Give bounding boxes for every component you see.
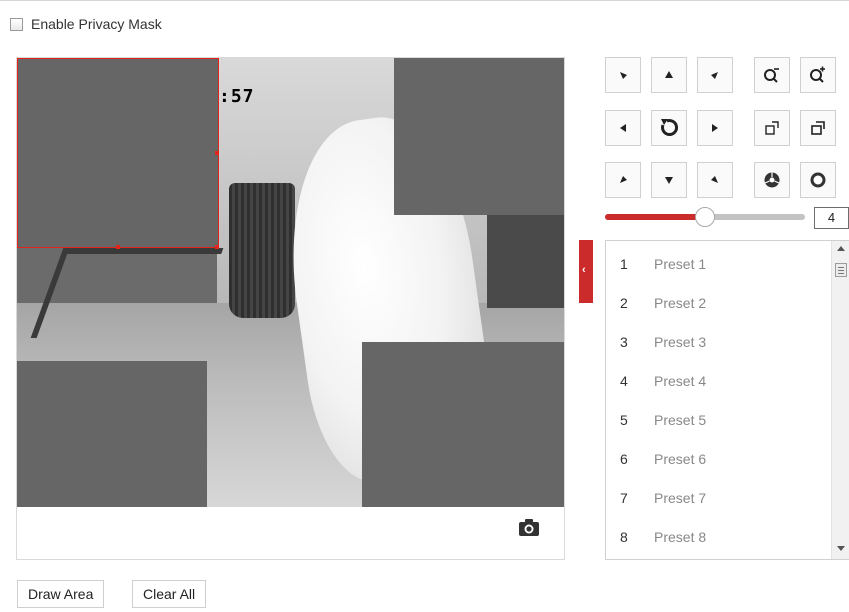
preset-item[interactable]: 5 Preset 5 <box>606 400 826 439</box>
iris-close-button[interactable] <box>800 162 836 198</box>
iris-close-icon <box>809 171 827 189</box>
preset-name: Preset 2 <box>654 294 707 311</box>
iris-open-icon <box>763 171 781 189</box>
preset-item[interactable]: 3 Preset 3 <box>606 322 826 361</box>
preset-name: Preset 7 <box>654 489 707 506</box>
chevron-left-icon: ‹ <box>582 264 586 276</box>
scene-chair <box>30 248 224 338</box>
refresh-icon <box>658 117 680 139</box>
ptz-down-right-button[interactable] <box>697 162 733 198</box>
collapse-panel-button[interactable]: ‹ <box>579 240 593 303</box>
preset-number: 1 <box>620 255 628 272</box>
preset-name: Preset 6 <box>654 450 707 467</box>
preset-number: 7 <box>620 489 628 506</box>
zoom-in-icon <box>809 66 827 84</box>
preset-number: 2 <box>620 294 628 311</box>
scrollbar-thumb[interactable] <box>835 263 847 277</box>
scene-waste-bin <box>229 183 295 318</box>
preset-name: Preset 1 <box>654 255 707 272</box>
ptz-up-button[interactable] <box>651 57 687 93</box>
video-toolbar <box>17 507 564 559</box>
zoom-in-button[interactable] <box>800 57 836 93</box>
focus-far-icon <box>810 120 826 136</box>
preset-name: Preset 8 <box>654 528 707 545</box>
preset-list-scrollbar[interactable] <box>831 241 849 559</box>
preset-name: Preset 3 <box>654 333 707 350</box>
preset-number: 8 <box>620 528 628 545</box>
iris-open-button[interactable] <box>754 162 790 198</box>
ptz-up-right-button[interactable] <box>697 57 733 93</box>
slider-fill <box>605 214 705 220</box>
preset-item[interactable]: 4 Preset 4 <box>606 361 826 400</box>
enable-privacy-mask-checkbox[interactable] <box>10 17 23 31</box>
ptz-control-panel <box>605 57 849 200</box>
mask-resize-handle[interactable] <box>116 245 120 249</box>
zoom-out-icon <box>763 66 781 84</box>
preset-item[interactable]: 2 Preset 2 <box>606 283 826 322</box>
draw-area-button[interactable]: Draw Area <box>17 580 105 608</box>
scene-desk <box>487 208 564 308</box>
ptz-speed-slider[interactable] <box>605 207 805 227</box>
ptz-speed-value[interactable]: 4 <box>814 207 849 229</box>
preset-list: 1 Preset 1 2 Preset 2 3 Preset 3 4 Prese… <box>605 240 849 560</box>
preset-item[interactable]: 1 Preset 1 <box>606 244 826 283</box>
osd-time-text: :57 <box>219 86 255 107</box>
scroll-up-icon[interactable] <box>837 246 845 251</box>
clear-all-button[interactable]: Clear All <box>132 580 207 608</box>
preset-number: 5 <box>620 411 628 428</box>
focus-far-button[interactable] <box>800 110 836 146</box>
privacy-mask-area[interactable] <box>394 58 564 215</box>
preset-item[interactable]: 6 Preset 6 <box>606 439 826 478</box>
ptz-down-button[interactable] <box>651 162 687 198</box>
privacy-mask-area[interactable] <box>362 342 564 507</box>
mask-resize-handle[interactable] <box>215 151 219 155</box>
mask-resize-handle[interactable] <box>215 245 219 249</box>
preset-number: 4 <box>620 372 628 389</box>
privacy-mask-area[interactable] <box>17 361 207 507</box>
enable-privacy-mask-row[interactable]: Enable Privacy Mask <box>10 16 162 32</box>
video-canvas[interactable]: :57 <box>17 58 564 507</box>
camera-icon[interactable] <box>518 517 540 539</box>
ptz-right-button[interactable] <box>697 110 733 146</box>
preset-item[interactable]: 7 Preset 7 <box>606 478 826 517</box>
scroll-down-icon[interactable] <box>837 546 845 551</box>
ptz-left-button[interactable] <box>605 110 641 146</box>
live-view-panel: :57 <box>16 57 565 560</box>
preset-item[interactable]: 8 Preset 8 <box>606 517 826 556</box>
top-divider <box>0 0 849 8</box>
privacy-mask-area-selected[interactable] <box>17 58 219 248</box>
focus-near-button[interactable] <box>754 110 790 146</box>
zoom-out-button[interactable] <box>754 57 790 93</box>
preset-number: 6 <box>620 450 628 467</box>
slider-thumb[interactable] <box>695 207 715 227</box>
enable-privacy-mask-label: Enable Privacy Mask <box>31 16 162 32</box>
auto-pan-button[interactable] <box>651 110 687 146</box>
focus-near-icon <box>764 120 780 136</box>
preset-number: 3 <box>620 333 628 350</box>
ptz-down-left-button[interactable] <box>605 162 641 198</box>
preset-name: Preset 5 <box>654 411 707 428</box>
preset-name: Preset 4 <box>654 372 707 389</box>
ptz-up-left-button[interactable] <box>605 57 641 93</box>
